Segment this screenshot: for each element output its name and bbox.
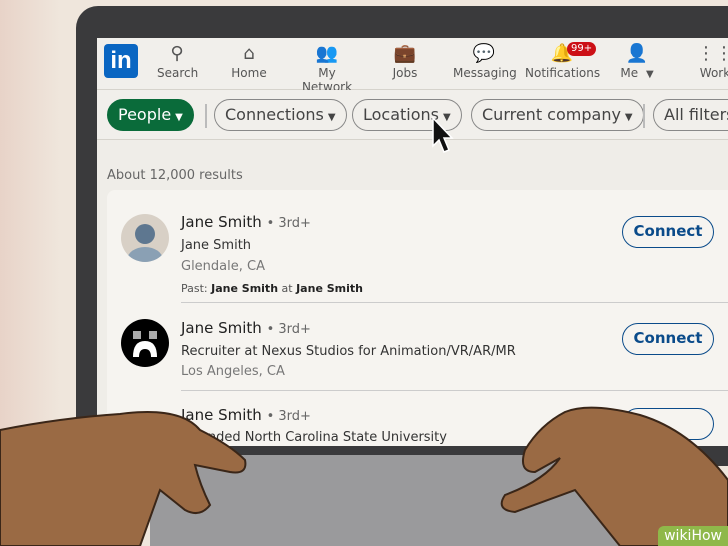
avatar (121, 214, 169, 262)
people-filter[interactable]: People ▼ (107, 99, 194, 131)
connection-degree: • 3rd+ (266, 322, 311, 337)
nav-notifications[interactable]: 🔔 99+ Notifications (525, 42, 600, 80)
nav-search[interactable]: ⚲ Search (157, 42, 198, 80)
notification-badge: 99+ (567, 42, 597, 56)
chevron-down-icon: ▼ (327, 112, 336, 123)
nav-me[interactable]: 👤 Me ▼ (619, 42, 655, 80)
divider (181, 302, 728, 303)
result-name[interactable]: Jane Smith • 3rd+ (181, 213, 311, 231)
avatar (121, 319, 169, 367)
connection-degree: • 3rd+ (266, 216, 311, 231)
message-icon: 💬 (472, 43, 496, 64)
nav-work[interactable]: ⋮⋮ Work (695, 42, 728, 80)
wikihow-watermark: wikiHow (658, 526, 728, 546)
divider (643, 104, 645, 128)
nav-my-network[interactable]: 👥 My Network (292, 42, 362, 94)
result-name[interactable]: Jane Smith • 3rd+ (181, 319, 311, 337)
filter-bar: People ▼ Connections ▼ Locations ▼ Current … (97, 90, 728, 140)
briefcase-icon: 💼 (393, 43, 417, 64)
network-icon: 👥 (315, 43, 339, 64)
connect-button[interactable]: Connect (622, 323, 714, 355)
all-filters-button[interactable]: All filters (653, 99, 728, 131)
current-company-filter[interactable]: Current company ▼ (471, 99, 644, 131)
divider (181, 390, 728, 391)
result-headline: Recruiter at Nexus Studios for Animation… (181, 344, 516, 359)
chevron-down-icon: ▼ (645, 69, 654, 80)
chevron-down-icon: ▼ (624, 112, 633, 123)
top-nav: in ⚲ Search ⌂ Home 👥 My Network 💼 Jobs 💬 Mess… (97, 38, 728, 94)
grid-icon: ⋮⋮ (697, 43, 728, 64)
hands-illustration (0, 406, 728, 546)
home-icon: ⌂ (243, 43, 255, 64)
divider (205, 104, 207, 128)
nav-messaging[interactable]: 💬 Messaging (453, 42, 517, 80)
search-icon: ⚲ (170, 43, 184, 64)
chevron-down-icon: ▼ (175, 112, 183, 123)
result-location: Los Angeles, CA (181, 364, 285, 379)
result-headline: Jane Smith (181, 238, 252, 253)
linkedin-logo[interactable]: in (104, 44, 138, 78)
connections-filter[interactable]: Connections ▼ (214, 99, 347, 131)
avatar: 👤 (625, 43, 649, 64)
nav-home[interactable]: ⌂ Home (229, 42, 269, 80)
linkedin-screen: in ⚲ Search ⌂ Home 👥 My Network 💼 Jobs 💬 Mess… (97, 38, 728, 446)
mouse-cursor-icon (432, 116, 454, 153)
result-location: Glendale, CA (181, 259, 265, 274)
results-count: About 12,000 results (107, 168, 243, 183)
result-past: Past: Jane Smith at Jane Smith (181, 282, 363, 295)
nav-jobs[interactable]: 💼 Jobs (387, 42, 423, 80)
connect-button[interactable]: Connect (622, 216, 714, 248)
